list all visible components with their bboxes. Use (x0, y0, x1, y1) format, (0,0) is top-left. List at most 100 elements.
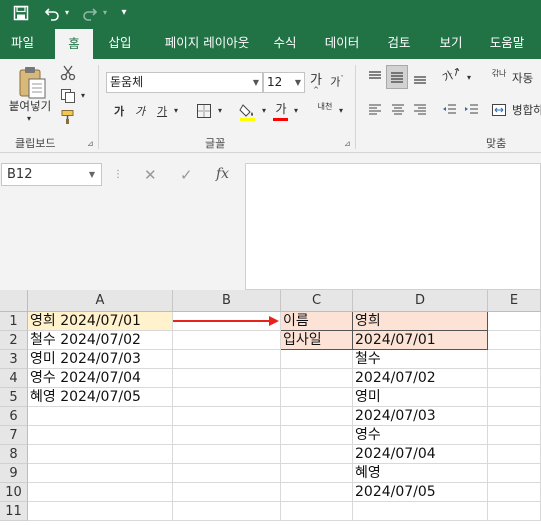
paste-dropdown-icon[interactable]: ▾ (24, 115, 34, 123)
row-header[interactable]: 6 (0, 407, 28, 426)
cell-e6[interactable] (488, 407, 541, 426)
increase-indent-icon[interactable] (463, 102, 481, 118)
cut-icon[interactable] (59, 65, 77, 81)
format-painter-icon[interactable] (59, 109, 77, 125)
redo-dropdown-icon[interactable]: ▾ (100, 3, 110, 23)
font-size-combo[interactable]: 12 ▼ (263, 72, 305, 93)
align-top-icon[interactable] (366, 69, 384, 85)
cell-e5[interactable] (488, 388, 541, 407)
cell-d8[interactable]: 2024/07/04 (353, 445, 488, 464)
bold-button[interactable]: 가 (112, 106, 126, 117)
save-icon[interactable] (10, 3, 32, 23)
redo-icon[interactable] (80, 3, 100, 23)
tab-view[interactable]: 보기 (432, 26, 470, 59)
paste-icon[interactable] (15, 65, 49, 101)
cell-a6[interactable] (28, 407, 173, 426)
merge-center-label[interactable]: 병합하 (512, 104, 541, 117)
row-header[interactable]: 8 (0, 445, 28, 464)
clipboard-dialog-launcher-icon[interactable]: ⊿ (87, 139, 94, 148)
font-dialog-launcher-icon[interactable]: ⊿ (344, 139, 351, 148)
cell-c11[interactable] (281, 502, 353, 521)
cell-c10[interactable] (281, 483, 353, 502)
orientation-dropdown-icon[interactable]: ▾ (465, 74, 473, 82)
fill-color-dropdown-icon[interactable]: ▾ (260, 107, 268, 115)
cell-a3[interactable]: 영미 2024/07/03 (28, 350, 173, 369)
cell-d10[interactable]: 2024/07/05 (353, 483, 488, 502)
cell-b7[interactable] (173, 426, 281, 445)
merge-center-icon[interactable] (490, 102, 508, 118)
borders-dropdown-icon[interactable]: ▾ (216, 107, 224, 115)
font-name-dropdown-icon[interactable]: ▼ (253, 73, 259, 92)
wrap-text-label[interactable]: 자동 (512, 72, 541, 85)
row-header[interactable]: 9 (0, 464, 28, 483)
italic-button[interactable]: 가 (133, 106, 147, 117)
cell-a8[interactable] (28, 445, 173, 464)
cell-e3[interactable] (488, 350, 541, 369)
column-header-a[interactable]: A (28, 290, 173, 312)
wrap-text-icon[interactable]: 갂나 (490, 69, 508, 79)
copy-icon[interactable] (59, 88, 77, 104)
cell-d7[interactable]: 영수 (353, 426, 488, 445)
align-bottom-icon[interactable] (411, 69, 429, 85)
cell-b4[interactable] (173, 369, 281, 388)
cell-b11[interactable] (173, 502, 281, 521)
align-right-icon[interactable] (411, 102, 429, 118)
insert-function-icon[interactable]: fx (216, 166, 229, 182)
align-middle-icon[interactable] (386, 65, 408, 89)
cell-a4[interactable]: 영수 2024/07/04 (28, 369, 173, 388)
tab-page-layout[interactable]: 페이지 레이아웃 (152, 26, 262, 59)
cell-b6[interactable] (173, 407, 281, 426)
tab-review[interactable]: 검토 (380, 26, 418, 59)
select-all-corner[interactable] (0, 290, 28, 312)
shrink-font-icon[interactable]: 가ˇ (330, 76, 344, 88)
paste-button-label[interactable]: 붙여넣기 (4, 100, 56, 113)
cell-d3[interactable]: 철수 (353, 350, 488, 369)
font-name-combo[interactable]: 돋움체 ▼ (106, 72, 263, 93)
name-box[interactable]: B12 ▼ (1, 163, 102, 186)
cell-b8[interactable] (173, 445, 281, 464)
cell-c8[interactable] (281, 445, 353, 464)
underline-button[interactable]: 가 (155, 106, 169, 117)
formula-input[interactable] (245, 163, 541, 290)
cell-e7[interactable] (488, 426, 541, 445)
cell-c6[interactable] (281, 407, 353, 426)
underline-dropdown-icon[interactable]: ▾ (172, 107, 180, 115)
cell-a7[interactable] (28, 426, 173, 445)
tab-insert[interactable]: 삽입 (100, 26, 140, 59)
enter-icon[interactable]: ✓ (180, 166, 193, 184)
name-box-dropdown-icon[interactable]: ▼ (89, 164, 95, 185)
font-color-icon[interactable]: 가 (273, 102, 289, 122)
cell-a5[interactable]: 혜영 2024/07/05 (28, 388, 173, 407)
cell-c5[interactable] (281, 388, 353, 407)
borders-icon[interactable] (195, 103, 213, 119)
row-header[interactable]: 7 (0, 426, 28, 445)
formula-bar-splitter-icon[interactable]: ⋮ (113, 169, 123, 180)
row-header[interactable]: 4 (0, 369, 28, 388)
cell-b10[interactable] (173, 483, 281, 502)
cell-d4[interactable]: 2024/07/02 (353, 369, 488, 388)
cell-c4[interactable] (281, 369, 353, 388)
cell-a9[interactable] (28, 464, 173, 483)
column-header-e[interactable]: E (488, 290, 541, 312)
row-header[interactable]: 10 (0, 483, 28, 502)
fill-color-icon[interactable] (239, 102, 257, 122)
copy-dropdown-icon[interactable]: ▾ (79, 92, 87, 100)
column-header-b[interactable]: B (173, 290, 281, 312)
orientation-icon[interactable]: 가↗ (440, 64, 465, 85)
cell-c3[interactable] (281, 350, 353, 369)
cell-c7[interactable] (281, 426, 353, 445)
cell-e10[interactable] (488, 483, 541, 502)
cell-e8[interactable] (488, 445, 541, 464)
cell-d6[interactable]: 2024/07/03 (353, 407, 488, 426)
cell-b5[interactable] (173, 388, 281, 407)
align-left-icon[interactable] (366, 102, 384, 118)
column-header-c[interactable]: C (281, 290, 353, 312)
cell-d5[interactable]: 영미 (353, 388, 488, 407)
tab-formulas[interactable]: 수식 (266, 26, 304, 59)
cell-a11[interactable] (28, 502, 173, 521)
row-header[interactable]: 5 (0, 388, 28, 407)
tab-help[interactable]: 도움말 (482, 26, 532, 59)
row-header[interactable]: 11 (0, 502, 28, 521)
cancel-icon[interactable]: ✕ (144, 166, 157, 184)
tab-file[interactable]: 파일 (0, 26, 45, 59)
